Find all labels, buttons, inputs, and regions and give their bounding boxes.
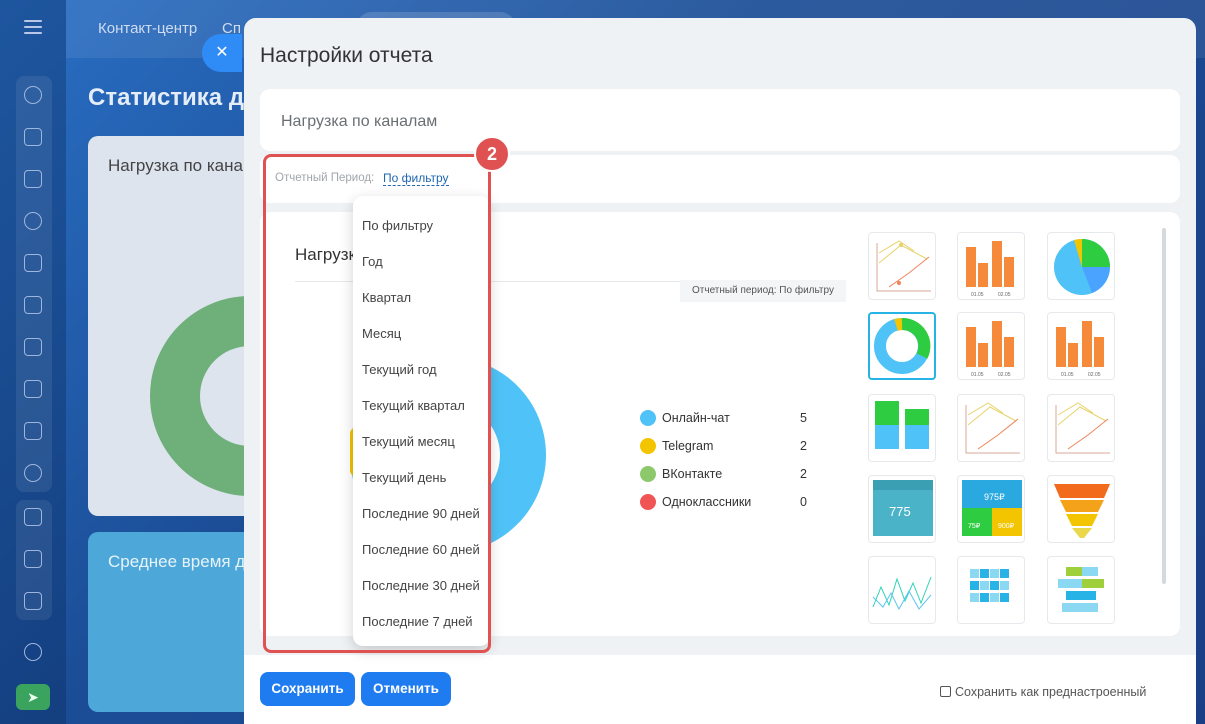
widget-card: Нагрузка по кана xyxy=(88,136,350,516)
panel-title: Настройки отчета xyxy=(260,44,433,67)
topbar-item[interactable]: Контакт-центр xyxy=(98,20,197,37)
legend-row: Telegram 2 xyxy=(640,436,820,464)
document-icon[interactable] xyxy=(24,170,42,188)
menu-icon[interactable] xyxy=(24,20,42,34)
legend-value: 2 xyxy=(800,467,807,481)
line-chart-icon[interactable] xyxy=(868,232,936,300)
legend-name: ВКонтакте xyxy=(662,467,723,481)
widget-card: Среднее время д xyxy=(88,532,258,712)
panel-footer: Сохранить Отменить Сохранить как преднас… xyxy=(244,655,1196,724)
axis-tick-label: 02.05 xyxy=(998,292,1011,298)
users-icon[interactable] xyxy=(24,464,42,482)
gear-icon[interactable] xyxy=(24,643,42,661)
store-icon[interactable] xyxy=(24,592,42,610)
legend-name: Telegram xyxy=(662,439,714,453)
annotation-highlight xyxy=(263,154,491,653)
annotation-badge: 2 xyxy=(474,136,510,172)
donut-chart-icon[interactable] xyxy=(868,312,936,380)
line-chart-icon[interactable] xyxy=(957,394,1025,462)
save-button[interactable]: Сохранить xyxy=(260,672,355,706)
number-label: 75₽ xyxy=(968,523,981,530)
rocket-icon[interactable]: ➤ xyxy=(16,684,50,710)
legend-value: 0 xyxy=(800,495,807,509)
stacked-bar-icon[interactable] xyxy=(868,394,936,462)
number-label: 900₽ xyxy=(998,523,1015,530)
schedule-icon[interactable] xyxy=(24,550,42,568)
number-widget-icon[interactable]: 775 xyxy=(868,475,936,543)
widget-title: Среднее время д xyxy=(108,552,246,571)
legend-row: ВКонтакте 2 xyxy=(640,464,820,492)
checkbox-icon[interactable] xyxy=(24,508,42,526)
axis-tick-label: 01.05 xyxy=(1061,372,1074,378)
bar-chart-icon[interactable]: 01.05 02.05 xyxy=(957,312,1025,380)
legend-dot xyxy=(640,438,656,454)
close-button[interactable]: ✕ xyxy=(202,34,242,72)
legend-value: 5 xyxy=(800,411,807,425)
heatmap-icon[interactable] xyxy=(957,556,1025,624)
number-label: 775 xyxy=(889,504,911,519)
zigzag-line-icon[interactable] xyxy=(868,556,936,624)
legend-dot xyxy=(640,410,656,426)
preview-period-badge: Отчетный период: По фильтру xyxy=(680,280,846,302)
report-name-value: Нагрузка по каналам xyxy=(281,113,438,130)
axis-tick-label: 01.05 xyxy=(971,372,984,378)
card-icon[interactable] xyxy=(24,380,42,398)
presentation-icon[interactable] xyxy=(24,338,42,356)
calendar-icon[interactable] xyxy=(24,254,42,272)
left-sidebar: ➤ xyxy=(0,0,66,724)
funnel-icon[interactable] xyxy=(1047,475,1115,543)
page-title: Статистика ди xyxy=(88,84,259,111)
hexagon-icon[interactable] xyxy=(24,212,42,230)
legend-dot xyxy=(640,466,656,482)
legend-row: Онлайн-чат 5 xyxy=(640,408,820,436)
number-label: 975₽ xyxy=(984,492,1005,502)
legend-value: 2 xyxy=(800,439,807,453)
save-preset-label: Сохранить как преднастроенный xyxy=(955,685,1147,699)
horizontal-bar-icon[interactable] xyxy=(1047,556,1115,624)
line-chart-icon[interactable] xyxy=(1047,394,1115,462)
save-preset-checkbox[interactable] xyxy=(940,686,951,697)
legend-row: Одноклассники 0 xyxy=(640,492,820,520)
cancel-button[interactable]: Отменить xyxy=(361,672,451,706)
legend-dot xyxy=(640,494,656,510)
chat-icon[interactable] xyxy=(24,128,42,146)
legend-name: Онлайн-чат xyxy=(662,411,730,425)
file-icon[interactable] xyxy=(24,296,42,314)
bar-chart-icon[interactable]: 01.05 02.05 xyxy=(1047,312,1115,380)
save-preset-option[interactable]: Сохранить как преднастроенный xyxy=(940,685,1146,699)
bar-chart-icon[interactable]: 01.05 02.05 xyxy=(957,232,1025,300)
mail-icon[interactable] xyxy=(24,422,42,440)
axis-tick-label: 02.05 xyxy=(1088,372,1101,378)
close-icon: ✕ xyxy=(215,44,229,61)
pipeline-icon[interactable] xyxy=(24,86,42,104)
scrollbar[interactable] xyxy=(1162,228,1166,584)
axis-tick-label: 02.05 xyxy=(998,372,1011,378)
axis-tick-label: 01.05 xyxy=(971,292,984,298)
pie-chart-icon[interactable] xyxy=(1047,232,1115,300)
report-name-field[interactable]: Нагрузка по каналам xyxy=(260,89,1180,151)
widget-title: Нагрузка по кана xyxy=(108,156,243,175)
chart-legend: Онлайн-чат 5 Telegram 2 ВКонтакте 2 Одно… xyxy=(640,408,820,520)
legend-name: Одноклассники xyxy=(662,495,752,509)
multi-number-widget-icon[interactable]: 975₽ 75₽ 900₽ xyxy=(957,475,1025,543)
